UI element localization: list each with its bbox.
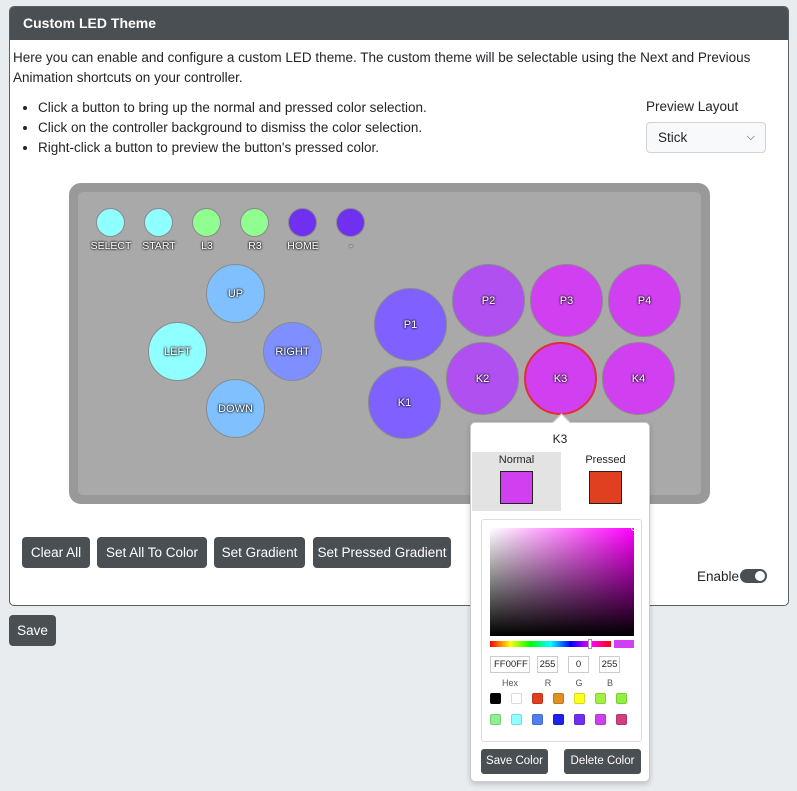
preset-swatch[interactable] xyxy=(574,714,585,725)
button-start-label: START xyxy=(142,240,176,252)
button-k1-label: K1 xyxy=(397,396,412,409)
button-p2[interactable]: P2 xyxy=(452,264,525,337)
preset-swatch[interactable] xyxy=(595,693,606,704)
enable-toggle[interactable] xyxy=(740,569,767,583)
button-r3-label: R3 xyxy=(248,240,262,252)
hex-label: Hex xyxy=(501,678,519,688)
button-left-label: LEFT xyxy=(164,345,191,358)
set-all-to-color-button[interactable]: Set All To Color xyxy=(97,537,207,568)
button-k3-label: K3 xyxy=(553,372,568,385)
button-down-label: DOWN xyxy=(218,402,253,415)
color-popover: K3 Normal Pressed FF00FF 255 0 255 Hex R… xyxy=(470,422,650,782)
button-left[interactable]: LEFT xyxy=(148,322,207,381)
button-p1-label: P1 xyxy=(403,318,418,331)
save-color-button[interactable]: Save Color xyxy=(481,749,548,774)
tab-pressed[interactable]: Pressed xyxy=(561,452,650,511)
button-p1[interactable]: P1 xyxy=(374,288,447,361)
instruction-item: Click a button to bring up the normal an… xyxy=(38,98,427,118)
preset-swatch[interactable] xyxy=(490,714,501,725)
button-right[interactable]: RIGHT xyxy=(263,322,322,381)
clear-all-button[interactable]: Clear All xyxy=(22,537,90,568)
save-button[interactable]: Save xyxy=(9,615,56,646)
button-p3-label: P3 xyxy=(559,294,574,307)
tab-pressed-label: Pressed xyxy=(585,454,626,466)
saturation-area[interactable] xyxy=(490,525,637,636)
button-select[interactable] xyxy=(96,208,125,237)
set-gradient-button[interactable]: Set Gradient xyxy=(214,537,305,568)
hue-slider-thumb[interactable] xyxy=(588,639,592,649)
button-p2-label: P2 xyxy=(481,294,496,307)
hue-slider[interactable] xyxy=(490,639,611,649)
r-input[interactable]: 255 xyxy=(537,656,558,673)
tab-normal[interactable]: Normal xyxy=(472,452,561,511)
color-picker: FF00FF 255 0 255 Hex R G B xyxy=(481,519,642,742)
button-down[interactable]: DOWN xyxy=(206,379,265,438)
chevron-down-icon: ⌵ xyxy=(746,131,755,143)
button-k4[interactable]: K4 xyxy=(602,342,675,415)
b-label: B xyxy=(606,678,614,688)
preset-swatch[interactable] xyxy=(511,714,522,725)
instruction-item: Click on the controller background to di… xyxy=(38,118,427,138)
card-title: Custom LED Theme xyxy=(10,7,788,40)
color-preview xyxy=(614,640,634,648)
preset-swatch[interactable] xyxy=(616,693,627,704)
button-k2-label: K2 xyxy=(475,372,490,385)
preview-layout-value: Stick xyxy=(658,130,688,145)
button-l3[interactable] xyxy=(192,208,221,237)
instructions-list: Click a button to bring up the normal an… xyxy=(38,98,427,158)
hex-input[interactable]: FF00FF xyxy=(490,656,530,673)
g-label: G xyxy=(575,678,583,688)
intro-text: Here you can enable and configure a cust… xyxy=(13,50,751,85)
button-select-label: SELECT xyxy=(90,240,132,252)
button-start[interactable] xyxy=(144,208,173,237)
preset-swatch[interactable] xyxy=(553,714,564,725)
button-home-label: HOME xyxy=(287,240,319,252)
button-right-label: RIGHT xyxy=(275,345,310,358)
button-home[interactable] xyxy=(288,208,317,237)
button-p4[interactable]: P4 xyxy=(608,264,681,337)
button-k4-label: K4 xyxy=(631,372,646,385)
button-r3[interactable] xyxy=(240,208,269,237)
preset-swatch[interactable] xyxy=(574,693,585,704)
tab-normal-label: Normal xyxy=(498,454,535,466)
button-k1[interactable]: K1 xyxy=(368,366,441,439)
popover-title: K3 xyxy=(552,432,568,446)
button-p3[interactable]: P3 xyxy=(530,264,603,337)
r-label: R xyxy=(544,678,552,688)
button-up-label: UP xyxy=(227,287,244,300)
delete-color-button[interactable]: Delete Color xyxy=(564,749,641,774)
set-pressed-gradient-button[interactable]: Set Pressed Gradient xyxy=(313,537,451,568)
button-k2[interactable]: K2 xyxy=(446,342,519,415)
g-input[interactable]: 0 xyxy=(568,656,589,673)
preview-layout-label: Preview Layout xyxy=(646,99,739,114)
button-up[interactable]: UP xyxy=(206,264,265,323)
button-k3[interactable]: K3 xyxy=(524,342,597,415)
instruction-item: Right-click a button to preview the butt… xyxy=(38,138,427,158)
saturation-handle[interactable] xyxy=(631,525,637,531)
preset-swatch[interactable] xyxy=(511,693,522,704)
preset-swatch[interactable] xyxy=(532,693,543,704)
button-p4-label: P4 xyxy=(637,294,652,307)
button-minus[interactable] xyxy=(336,208,365,237)
enable-label: Enable xyxy=(697,569,740,584)
button-l3-label: L3 xyxy=(201,240,213,252)
b-input[interactable]: 255 xyxy=(599,656,620,673)
preset-swatch[interactable] xyxy=(595,714,606,725)
normal-color-swatch xyxy=(500,471,533,504)
preset-swatch[interactable] xyxy=(532,714,543,725)
pressed-color-swatch xyxy=(589,471,622,504)
preset-swatch[interactable] xyxy=(553,693,564,704)
preset-swatch[interactable] xyxy=(490,693,501,704)
preset-swatch[interactable] xyxy=(616,714,627,725)
preview-layout-select[interactable]: Stick ⌵ xyxy=(646,122,766,153)
button-minus-label: - xyxy=(349,240,353,252)
